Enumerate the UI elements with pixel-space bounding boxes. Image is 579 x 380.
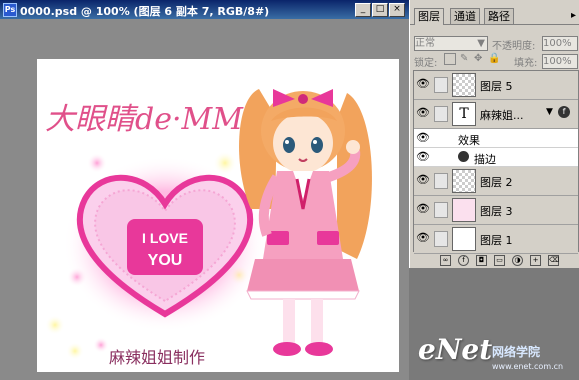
link-box[interactable] [434,231,448,247]
layers-list[interactable]: 👁 图层 5 👁 T 麻辣姐... ▼ f 👁 效果 👁 描边 👁 图层 2 👁… [413,70,579,254]
eye-icon[interactable]: 👁 [416,77,430,91]
layer-name: 麻辣姐... [480,109,524,122]
fx-icon[interactable]: f [458,255,469,266]
lock-row: 锁定: ✎ ✥ 🔒 填充: 100% [410,51,579,69]
lock-move-icon[interactable]: ✥ [474,53,482,64]
tab-layers[interactable]: 图层 [414,8,444,25]
maximize-button[interactable]: □ [372,3,388,17]
effects-label: 效果 [458,134,480,147]
adjust-icon[interactable]: ◑ [512,255,523,266]
sparkle [87,153,107,173]
effects-row[interactable]: 👁 效果 [414,129,578,148]
fill-field[interactable]: 100% [542,54,578,69]
minimize-button[interactable]: _ [355,3,371,17]
text-layer-thumbnail: T [452,102,476,126]
opacity-field[interactable]: 100% [542,36,578,51]
layer-name: 图层 2 [480,176,513,189]
caption-text: 麻辣姐姐制作 [109,348,205,367]
lock-brush-icon[interactable]: ✎ [460,53,468,64]
layer-row[interactable]: 👁 图层 5 [414,71,578,100]
link-box[interactable] [434,173,448,189]
folder-icon[interactable]: ▭ [494,255,505,266]
watermark-url: www.enet.com.cn [492,362,564,371]
document-title-bar[interactable]: Ps 0000.psd @ 100% (图层 6 副本 7, RGB/8#) _… [0,0,409,19]
layer-thumbnail [452,198,476,222]
tab-channels[interactable]: 通道 [450,8,480,24]
canvas-area[interactable]: 大眼睛de·MM I LOVE YOU 麻辣姐姐制作 [0,19,409,380]
link-box[interactable] [434,77,448,93]
stroke-effect-row[interactable]: 👁 描边 [414,148,578,167]
layer-thumbnail [452,73,476,97]
sparkle [45,315,65,335]
fx-icon: f [558,106,570,118]
opacity-value: 100% [543,38,572,49]
close-button[interactable]: × [389,3,405,17]
sparkle [66,342,84,360]
eye-icon[interactable]: 👁 [416,106,430,120]
panel-tabs: 图层 通道 路径 ▸ [410,8,579,25]
mask-icon[interactable]: ◘ [476,255,487,266]
watermark-brand: eNet [418,333,493,366]
photoshop-icon: Ps [3,3,17,17]
layer-name: 图层 3 [480,205,513,218]
tab-paths[interactable]: 路径 [484,8,514,24]
fill-value: 100% [543,56,572,67]
eye-icon[interactable]: 👁 [416,131,430,145]
eye-icon[interactable]: 👁 [416,202,430,216]
trash-icon[interactable]: ⌫ [548,255,559,266]
layer-row[interactable]: 👁 图层 2 [414,167,578,196]
blend-mode-select[interactable]: 正常 ▼ [414,36,488,51]
sparkle [93,337,109,353]
link-box[interactable] [434,106,448,122]
layers-panel: 图层 通道 路径 ▸ 正常 ▼ 不透明度: 100% 锁定: ✎ ✥ 🔒 填充:… [409,0,579,268]
collapse-triangle-icon[interactable]: ▼ [546,107,553,117]
effect-icon [458,151,469,162]
eye-icon[interactable]: 👁 [416,173,430,187]
blend-row: 正常 ▼ 不透明度: 100% [410,33,579,52]
layer-name: 图层 5 [480,80,513,93]
new-layer-icon[interactable]: + [530,255,541,266]
stroke-effect-label: 描边 [474,153,496,166]
lock-all-icon[interactable]: 🔒 [488,53,500,64]
heart-text-line2: YOU [148,252,183,269]
girl-illustration [239,89,372,356]
eye-icon[interactable]: 👁 [416,150,430,164]
heart-text-line1: I LOVE [142,230,188,246]
artwork: 大眼睛de·MM I LOVE YOU 麻辣姐姐制作 [45,89,372,367]
watermark-chinese: 网络学院 [492,345,541,359]
document-title: 0000.psd @ 100% (图层 6 副本 7, RGB/8#) [20,5,270,18]
layer-row[interactable]: 👁 图层 3 [414,196,578,225]
layer-row[interactable]: 👁 图层 1 [414,225,578,254]
layer-name: 图层 1 [480,234,513,247]
panel-footer: ∞ f ◘ ▭ ◑ + ⌫ [410,252,579,268]
fill-label: 填充: [514,58,538,69]
image-canvas[interactable]: 大眼睛de·MM I LOVE YOU 麻辣姐姐制作 [37,59,399,372]
layer-thumbnail [452,227,476,251]
blend-mode-value: 正常 [415,38,435,49]
link-box[interactable] [434,202,448,218]
lock-transparent-icon[interactable] [444,53,456,65]
panel-menu-icon[interactable]: ▸ [571,10,576,21]
opacity-label: 不透明度: [492,41,536,52]
layer-row[interactable]: 👁 T 麻辣姐... ▼ f [414,100,578,129]
link-icon[interactable]: ∞ [440,255,451,266]
headline-text: 大眼睛de·MM [45,102,244,137]
layer-thumbnail [452,169,476,193]
lock-label: 锁定: [414,58,438,69]
document-window: Ps 0000.psd @ 100% (图层 6 副本 7, RGB/8#) _… [0,0,409,380]
chevron-down-icon: ▼ [477,38,485,49]
eye-icon[interactable]: 👁 [416,231,430,245]
